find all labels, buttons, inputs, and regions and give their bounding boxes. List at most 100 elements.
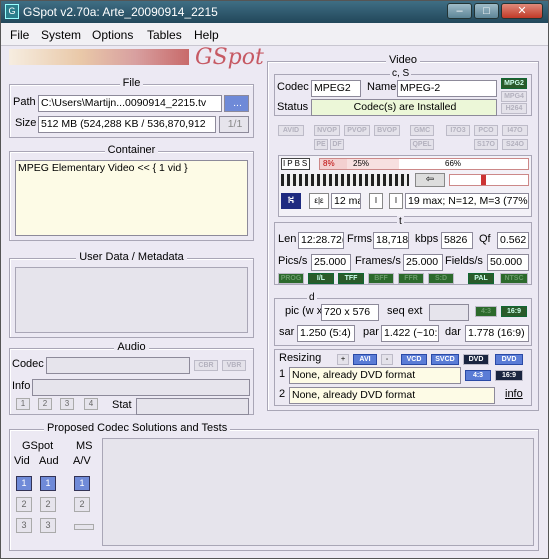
gop-arrow-icon: ⇦ bbox=[415, 173, 445, 187]
audio-stream-3[interactable]: 3 bbox=[60, 398, 74, 410]
prog-flag: PROG bbox=[278, 273, 304, 284]
page-indicator: 1/1 bbox=[219, 116, 249, 133]
resize-avi-button[interactable]: AVI bbox=[353, 354, 377, 365]
menu-file[interactable]: File bbox=[10, 28, 29, 42]
ms-av-indicator bbox=[74, 524, 94, 530]
close-button[interactable]: ✕ bbox=[501, 3, 543, 19]
ms-av-solution-2[interactable]: 2 bbox=[74, 497, 90, 512]
aud-solution-3[interactable]: 3 bbox=[40, 518, 56, 533]
kbps-field: 5826 bbox=[441, 232, 473, 249]
sd-flag: S:D bbox=[428, 273, 454, 284]
qf-field: 0.562 bbox=[497, 232, 529, 249]
resize-svcd-button[interactable]: SVCD bbox=[431, 354, 459, 365]
gop-icon: ⛕ bbox=[281, 193, 301, 209]
vid-solution-1[interactable]: 1 bbox=[16, 476, 32, 491]
title-bar[interactable]: G GSpot v2.70a: Arte_20090914_2215 – □ ✕ bbox=[1, 1, 548, 23]
dar-label: dar bbox=[445, 326, 461, 338]
frame-type-labels: IPBS bbox=[281, 158, 311, 170]
container-group-label: Container bbox=[104, 144, 159, 156]
resize-row2-label: 2 bbox=[279, 388, 286, 400]
d-label: d bbox=[307, 292, 317, 303]
user-data-area bbox=[15, 267, 248, 333]
audio-info-label: Info bbox=[12, 380, 31, 392]
frms-label: Frms bbox=[347, 233, 373, 245]
codec-label: Codec bbox=[277, 81, 309, 93]
s-frame-label: S bbox=[301, 159, 310, 168]
kbps-label: kbps bbox=[415, 233, 439, 245]
pic-label: pic (w x bbox=[285, 305, 323, 317]
i7o3-badge: I7O3 bbox=[446, 125, 470, 136]
audio-stat-label: Stat bbox=[112, 399, 132, 411]
audio-stream-4[interactable]: 4 bbox=[84, 398, 98, 410]
resize-plus-button[interactable]: + bbox=[337, 354, 349, 365]
resize-vcd-button[interactable]: VCD bbox=[401, 354, 427, 365]
pic-field: 720 x 576 bbox=[321, 304, 379, 321]
vid-solution-3[interactable]: 3 bbox=[16, 518, 32, 533]
resize-4-3-button[interactable]: 4:3 bbox=[465, 370, 491, 381]
aud-solution-1[interactable]: 1 bbox=[40, 476, 56, 491]
mpg2-badge: MPG2 bbox=[501, 78, 527, 89]
frame-stats-box: IPBS 8% 25% 66% ⇦ ⛕ ε|ε 12 ma I I 19 max… bbox=[278, 155, 532, 217]
path-label: Path bbox=[13, 96, 36, 108]
codec-box: c, S Codec MPEG2 Name MPEG-2 MPG2 MPG4 H… bbox=[274, 68, 532, 116]
file-group-label: File bbox=[119, 77, 144, 89]
menu-options[interactable]: Options bbox=[92, 28, 133, 42]
video-group-label: Video bbox=[386, 54, 420, 66]
vid-col-label: Vid bbox=[14, 455, 30, 467]
cs-label: c, S bbox=[390, 68, 412, 79]
ms-av-solution-1[interactable]: 1 bbox=[74, 476, 90, 491]
audio-codec-label: Codec bbox=[12, 358, 44, 370]
bff-flag: BFF bbox=[368, 273, 394, 284]
gspot-col-label: GSpot bbox=[22, 440, 54, 452]
gop-histogram bbox=[449, 174, 529, 186]
av-col-label: A/V bbox=[73, 455, 91, 467]
df-badge: DF bbox=[330, 139, 344, 150]
resize-row1-field: None, already DVD format bbox=[289, 367, 461, 384]
gop-field: 12 ma bbox=[331, 193, 361, 209]
gspot-logo: GSpot bbox=[195, 45, 264, 70]
info-link[interactable]: info bbox=[505, 388, 523, 400]
avid-badge: AVID bbox=[278, 125, 304, 136]
i47o-badge: I47O bbox=[502, 125, 528, 136]
browse-button[interactable]: ... bbox=[224, 95, 249, 112]
resize-dvd-button[interactable]: DVD bbox=[463, 354, 489, 365]
resize-minus-button[interactable]: - bbox=[381, 354, 393, 365]
audio-group: Audio Codec CBR VBR Info 1 2 3 4 Stat bbox=[9, 341, 254, 415]
resize-row1-label: 1 bbox=[279, 368, 286, 380]
audio-stream-1[interactable]: 1 bbox=[16, 398, 30, 410]
size-field: 512 MB (524,288 KB / 536,870,912 bbox=[38, 116, 216, 133]
pvop-badge: PVOP bbox=[344, 125, 370, 136]
menu-tables[interactable]: Tables bbox=[147, 28, 182, 42]
fields-field: 50.000 bbox=[487, 254, 529, 271]
timing-box: t Len 12:28.72( Frms 18,718 kbps 5826 Qf… bbox=[274, 216, 532, 285]
maximize-button[interactable]: □ bbox=[474, 3, 499, 19]
vbr-badge: VBR bbox=[222, 360, 246, 371]
resizing-box: Resizing + AVI - VCD SVCD DVD DVD 1 None… bbox=[274, 349, 532, 406]
resize-16-9-button[interactable]: 16:9 bbox=[495, 370, 523, 381]
s17o-badge: S17O bbox=[474, 139, 498, 150]
menu-system[interactable]: System bbox=[41, 28, 81, 42]
minimize-button[interactable]: – bbox=[447, 3, 472, 19]
ms-col-label: MS bbox=[76, 440, 93, 452]
len-field: 12:28.72( bbox=[298, 232, 344, 249]
seqext-field bbox=[429, 304, 469, 321]
tff-flag: TFF bbox=[338, 273, 364, 284]
menu-help[interactable]: Help bbox=[194, 28, 219, 42]
ntsc-flag: NTSC bbox=[500, 273, 528, 284]
resize-dvd2-button[interactable]: DVD bbox=[495, 354, 523, 365]
resize-row2-field: None, already DVD format bbox=[289, 387, 495, 404]
i-frame-pct: 8% bbox=[323, 159, 335, 168]
pe-badge: PE bbox=[314, 139, 328, 150]
container-field: MPEG Elementary Video << { 1 vid } bbox=[15, 160, 248, 236]
proposed-results-area bbox=[102, 438, 534, 546]
audio-stream-2[interactable]: 2 bbox=[38, 398, 52, 410]
name-field: MPEG-2 bbox=[397, 80, 497, 97]
vid-solution-2[interactable]: 2 bbox=[16, 497, 32, 512]
ffr-flag: FFR bbox=[398, 273, 424, 284]
ar-4-3-badge: 4:3 bbox=[475, 306, 497, 317]
status-label: Status bbox=[277, 101, 309, 113]
path-field[interactable]: C:\Users\Martijn...0090914_2215.tv bbox=[38, 95, 222, 112]
sar-field: 1.250 (5:4) bbox=[297, 325, 355, 342]
audio-stat-field bbox=[136, 398, 249, 415]
aud-solution-2[interactable]: 2 bbox=[40, 497, 56, 512]
